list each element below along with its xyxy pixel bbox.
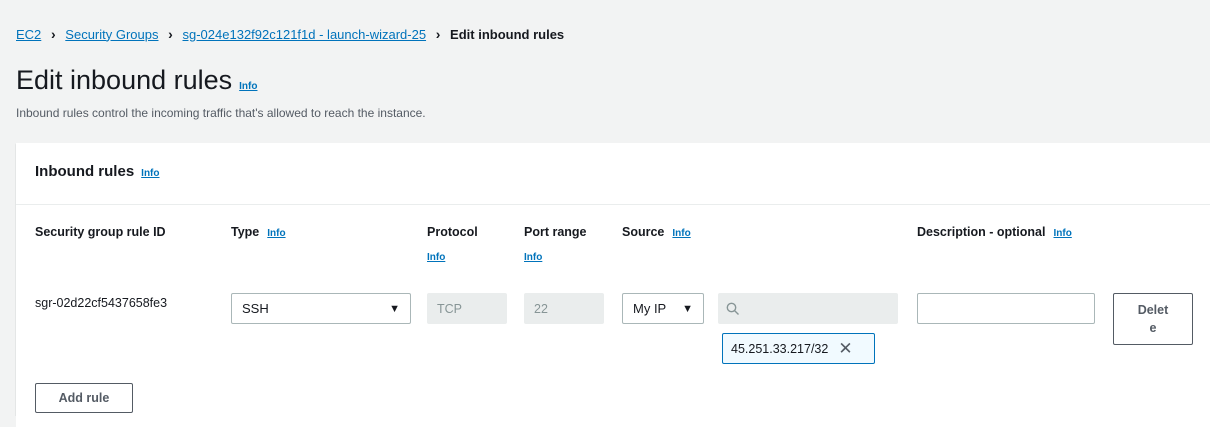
page-info-link[interactable]: Info (239, 71, 257, 103)
breadcrumb-current: Edit inbound rules (450, 26, 565, 42)
panel-header: Inbound rules Info (16, 143, 1210, 205)
breadcrumb-security-groups[interactable]: Security Groups (65, 27, 158, 42)
page-title-text: Edit inbound rules (16, 65, 233, 95)
breadcrumb: EC2 › Security Groups › sg-024e132f92c12… (16, 26, 564, 42)
column-header-type-label: Type (231, 225, 260, 239)
port-range-info-link[interactable]: Info (524, 252, 587, 263)
type-select-value: SSH (242, 301, 269, 316)
port-range-field: 22 (524, 293, 604, 324)
remove-token-icon[interactable]: ✕ (838, 340, 852, 357)
type-info-link[interactable]: Info (267, 228, 285, 239)
page-description: Inbound rules control the incoming traff… (16, 106, 426, 120)
chevron-right-icon: › (50, 26, 56, 42)
column-header-protocol-label: Protocol (427, 225, 478, 239)
chevron-right-icon: › (168, 26, 173, 42)
column-header-type: Type Info (231, 225, 286, 239)
chevron-right-icon: › (435, 26, 441, 42)
caret-down-icon: ▼ (389, 302, 400, 315)
delete-rule-button[interactable]: Delet e (1113, 293, 1193, 345)
column-header-source: Source Info (622, 225, 691, 239)
add-rule-button[interactable]: Add rule (35, 383, 133, 413)
breadcrumb-ec2[interactable]: EC2 (16, 27, 41, 42)
left-gutter (0, 416, 16, 427)
source-cidr-search[interactable] (718, 293, 898, 324)
edit-inbound-rules-page: EC2 › Security Groups › sg-024e132f92c12… (0, 0, 1210, 427)
cidr-token: 45.251.33.217/32 ✕ (722, 333, 875, 364)
column-header-source-label: Source (622, 225, 665, 239)
source-select[interactable]: My IP ▼ (622, 293, 704, 324)
cidr-token-value: 45.251.33.217/32 (731, 341, 829, 356)
panel-title-text: Inbound rules (35, 163, 135, 180)
column-header-port-range-label: Port range (524, 225, 587, 239)
column-header-port-range: Port range Info (524, 225, 587, 263)
inbound-rules-panel: Inbound rules Info Security group rule I… (16, 143, 1210, 427)
description-info-link[interactable]: Info (1053, 228, 1071, 239)
source-info-link[interactable]: Info (672, 228, 690, 239)
protocol-info-link[interactable]: Info (427, 252, 478, 263)
source-select-value: My IP (633, 301, 667, 316)
column-header-description: Description - optional Info (917, 225, 1072, 239)
column-header-rule-id: Security group rule ID (35, 225, 166, 239)
column-header-protocol: Protocol Info (427, 225, 478, 263)
protocol-field: TCP (427, 293, 507, 324)
column-header-description-label: Description - optional (917, 225, 1046, 239)
panel-title: Inbound rules Info (35, 163, 160, 180)
type-select[interactable]: SSH ▼ (231, 293, 411, 324)
breadcrumb-security-group[interactable]: sg-024e132f92c121f1d - launch-wizard-25 (183, 27, 427, 42)
page-title: Edit inbound rules Info (16, 64, 257, 103)
caret-down-icon: ▼ (682, 302, 693, 315)
description-input[interactable] (917, 293, 1095, 324)
panel-info-link[interactable]: Info (141, 168, 159, 179)
search-icon (726, 302, 739, 315)
delete-label-line2: e (1149, 321, 1157, 335)
rule-id: sgr-02d22cf5437658fe3 (35, 296, 168, 310)
delete-label-line1: Delet (1137, 303, 1169, 317)
